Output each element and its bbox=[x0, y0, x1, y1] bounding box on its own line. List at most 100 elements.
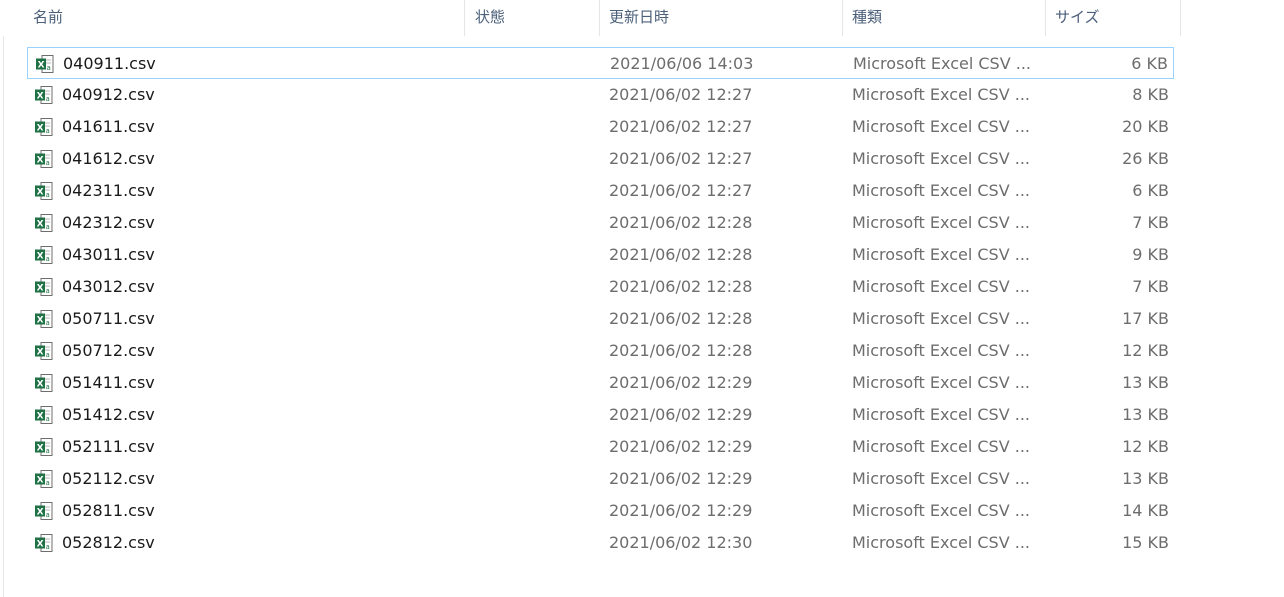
file-modified-date: 2021/06/06 14:03 bbox=[610, 54, 754, 73]
file-name: 042311.csv bbox=[62, 181, 155, 200]
file-row[interactable]: a X 051412.csv 2021/06/02 12:29 Microsoft Ex… bbox=[27, 399, 1174, 431]
file-size: 13 KB bbox=[1122, 373, 1169, 392]
file-name: 052112.csv bbox=[62, 469, 155, 488]
excel-csv-icon: aX bbox=[35, 534, 53, 552]
pane-left-border bbox=[3, 36, 4, 597]
column-header-bar: 名前 ^ 状態 更新日時 種類 サイズ bbox=[0, 0, 1284, 36]
file-type: Microsoft Excel CSV ... bbox=[852, 533, 1030, 552]
file-name: 052812.csv bbox=[62, 533, 155, 552]
file-type: Microsoft Excel CSV ... bbox=[852, 501, 1030, 520]
file-row[interactable]: a X 052112.csv 2021/06/02 12:29 Microsoft Ex… bbox=[27, 463, 1174, 495]
file-type: Microsoft Excel CSV ... bbox=[852, 373, 1030, 392]
file-type: Microsoft Excel CSV ... bbox=[852, 405, 1030, 424]
file-modified-date: 2021/06/02 12:29 bbox=[609, 469, 753, 488]
svg-text:X: X bbox=[37, 251, 44, 261]
file-row[interactable]: a X 051411.csv 2021/06/02 12:29 Microsoft Ex… bbox=[27, 367, 1174, 399]
file-modified-date: 2021/06/02 12:27 bbox=[609, 117, 753, 136]
file-modified-date: 2021/06/02 12:29 bbox=[609, 405, 753, 424]
file-type: Microsoft Excel CSV ... bbox=[852, 213, 1030, 232]
sort-ascending-icon: ^ bbox=[260, 0, 268, 5]
excel-csv-icon: aX bbox=[35, 438, 53, 456]
excel-csv-icon: aX bbox=[35, 406, 53, 424]
file-name: 050712.csv bbox=[62, 341, 155, 360]
svg-text:X: X bbox=[37, 187, 44, 197]
excel-csv-icon: aX bbox=[35, 374, 53, 392]
svg-text:a: a bbox=[46, 127, 50, 135]
file-modified-date: 2021/06/02 12:28 bbox=[609, 341, 753, 360]
file-name: 043012.csv bbox=[62, 277, 155, 296]
file-row[interactable]: a X 040912.csv 2021/06/02 12:27 Microsoft Ex… bbox=[27, 79, 1174, 111]
svg-text:a: a bbox=[46, 319, 50, 327]
file-row[interactable]: a X 043011.csv 2021/06/02 12:28 Microsoft Ex… bbox=[27, 239, 1174, 271]
file-row[interactable]: a X 052811.csv 2021/06/02 12:29 Microsoft Ex… bbox=[27, 495, 1174, 527]
file-type: Microsoft Excel CSV ... bbox=[852, 245, 1030, 264]
excel-csv-icon: aX bbox=[35, 502, 53, 520]
file-type: Microsoft Excel CSV ... bbox=[852, 85, 1030, 104]
svg-text:X: X bbox=[37, 443, 44, 453]
file-name: 043011.csv bbox=[62, 245, 155, 264]
file-modified-date: 2021/06/02 12:27 bbox=[609, 149, 753, 168]
svg-text:a: a bbox=[46, 543, 50, 551]
file-size: 6 KB bbox=[1131, 54, 1168, 73]
file-modified-date: 2021/06/02 12:28 bbox=[609, 309, 753, 328]
excel-csv-icon: aX bbox=[35, 118, 53, 136]
file-row[interactable]: a X 041612.csv 2021/06/02 12:27 Microsoft Ex… bbox=[27, 143, 1174, 175]
file-row[interactable]: a X 042311.csv 2021/06/02 12:27 Microsoft Ex… bbox=[27, 175, 1174, 207]
file-size: 7 KB bbox=[1132, 277, 1169, 296]
file-name: 051411.csv bbox=[62, 373, 155, 392]
column-header-name-label: 名前 bbox=[33, 8, 64, 26]
file-size: 26 KB bbox=[1122, 149, 1169, 168]
file-type: Microsoft Excel CSV ... bbox=[852, 437, 1030, 456]
excel-csv-icon: aX bbox=[35, 214, 53, 232]
file-type: Microsoft Excel CSV ... bbox=[852, 149, 1030, 168]
column-header-type[interactable]: 種類 bbox=[843, 0, 1046, 36]
svg-text:X: X bbox=[37, 123, 44, 133]
column-header-size[interactable]: サイズ bbox=[1046, 0, 1181, 36]
svg-text:a: a bbox=[46, 191, 50, 199]
file-type: Microsoft Excel CSV ... bbox=[852, 181, 1030, 200]
file-row[interactable]: a X 052111.csv 2021/06/02 12:29 Microsoft Ex… bbox=[27, 431, 1174, 463]
file-name: 040911.csv bbox=[63, 54, 156, 73]
file-name: 050711.csv bbox=[62, 309, 155, 328]
file-size: 17 KB bbox=[1122, 309, 1169, 328]
file-modified-date: 2021/06/02 12:29 bbox=[609, 437, 753, 456]
excel-csv-icon: aX bbox=[35, 278, 53, 296]
file-type: Microsoft Excel CSV ... bbox=[853, 54, 1031, 73]
svg-text:X: X bbox=[37, 155, 44, 165]
file-modified-date: 2021/06/02 12:28 bbox=[609, 213, 753, 232]
file-size: 14 KB bbox=[1122, 501, 1169, 520]
svg-text:a: a bbox=[46, 159, 50, 167]
file-size: 13 KB bbox=[1122, 469, 1169, 488]
file-row[interactable]: a X 043012.csv 2021/06/02 12:28 Microsoft Ex… bbox=[27, 271, 1174, 303]
file-type: Microsoft Excel CSV ... bbox=[852, 309, 1030, 328]
svg-text:a: a bbox=[46, 415, 50, 423]
file-row[interactable]: a X 042312.csv 2021/06/02 12:28 Microsoft Ex… bbox=[27, 207, 1174, 239]
file-name: 040912.csv bbox=[62, 85, 155, 104]
svg-text:a: a bbox=[46, 287, 50, 295]
file-row[interactable]: a X 040911.csv 2021/06/06 14:03 Microsoft Ex… bbox=[27, 47, 1174, 79]
column-header-status[interactable]: 状態 bbox=[466, 0, 600, 36]
svg-text:X: X bbox=[37, 379, 44, 389]
svg-text:a: a bbox=[47, 64, 51, 72]
file-name: 041612.csv bbox=[62, 149, 155, 168]
column-header-modified[interactable]: 更新日時 bbox=[600, 0, 843, 36]
excel-csv-icon: aX bbox=[35, 342, 53, 360]
svg-text:X: X bbox=[38, 60, 45, 70]
file-size: 12 KB bbox=[1122, 437, 1169, 456]
svg-text:a: a bbox=[46, 447, 50, 455]
svg-text:a: a bbox=[46, 95, 50, 103]
column-header-name[interactable]: 名前 ^ bbox=[24, 0, 465, 36]
file-size: 7 KB bbox=[1132, 213, 1169, 232]
column-header-type-label: 種類 bbox=[852, 8, 883, 26]
svg-text:a: a bbox=[46, 383, 50, 391]
file-row[interactable]: a X 050711.csv 2021/06/02 12:28 Microsoft Ex… bbox=[27, 303, 1174, 335]
column-header-size-label: サイズ bbox=[1055, 8, 1100, 26]
svg-text:X: X bbox=[37, 411, 44, 421]
excel-csv-icon: aX bbox=[35, 310, 53, 328]
file-row[interactable]: a X 041611.csv 2021/06/02 12:27 Microsoft Ex… bbox=[27, 111, 1174, 143]
file-row[interactable]: a X 050712.csv 2021/06/02 12:28 Microsoft Ex… bbox=[27, 335, 1174, 367]
file-name: 052811.csv bbox=[62, 501, 155, 520]
column-header-status-label: 状態 bbox=[475, 8, 506, 26]
file-row[interactable]: a X 052812.csv 2021/06/02 12:30 Microsoft Ex… bbox=[27, 527, 1174, 559]
file-list-pane: 名前 ^ 状態 更新日時 種類 サイズ aX040911.csv2021/06/… bbox=[0, 0, 1284, 597]
